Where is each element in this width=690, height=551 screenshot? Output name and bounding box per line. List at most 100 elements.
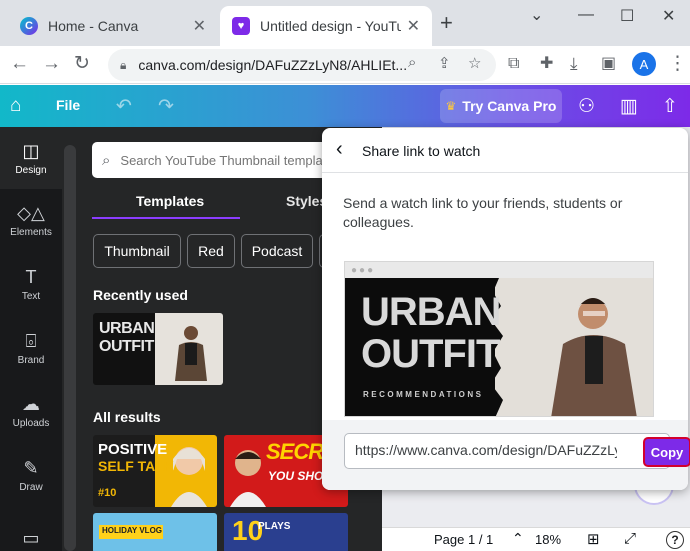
crown-icon: ♛ xyxy=(445,99,457,113)
rail-label: Text xyxy=(21,290,41,302)
shapes-icon: ◇△ xyxy=(17,202,45,223)
editor-bottom-bar: Page 1 / 1 ⌃ 18% ⊞ ⤢ xyxy=(382,527,690,551)
lock-icon: 🔒︎ xyxy=(120,57,127,72)
copy-button[interactable]: Copy xyxy=(643,437,690,467)
chip-thumbnail[interactable]: Thumbnail xyxy=(93,234,181,268)
popover-header: ‹ Share link to watch xyxy=(322,128,688,173)
add-people-icon[interactable]: ⚇ xyxy=(578,95,595,118)
pen-icon: ✎ xyxy=(23,457,39,478)
try-canva-pro-label: Try Canva Pro xyxy=(462,98,557,114)
insights-chart-icon[interactable]: ▥ xyxy=(620,95,638,118)
urban-word: URBAN xyxy=(99,320,155,337)
share-link-popover: ‹ Share link to watch Send a watch link … xyxy=(322,128,690,490)
urban-word: URBAN xyxy=(361,290,501,334)
bookmark-star-icon[interactable]: ☆ xyxy=(468,54,481,72)
try-canva-pro-button[interactable]: ♛ Try Canva Pro xyxy=(440,89,562,123)
share-page-icon[interactable]: ⇪ xyxy=(438,54,451,72)
chip-red[interactable]: Red xyxy=(187,234,235,268)
zoom-level[interactable]: 18% xyxy=(535,532,561,547)
rail-item-draw[interactable]: ✎ Draw xyxy=(0,444,62,506)
browser-toolbar: ← → ↻ 🔒︎ canva.com/design/DAFuZZzLyN8/AH… xyxy=(0,46,690,84)
maximize-icon[interactable]: ☐ xyxy=(620,6,634,26)
rail-item-projects[interactable]: ▭ xyxy=(0,507,62,551)
redo-icon[interactable]: ↷ xyxy=(158,95,174,118)
rail-item-brand[interactable]: ⌻ Brand xyxy=(0,317,62,379)
rail-label: Uploads xyxy=(12,417,50,429)
home-icon[interactable]: ⌂ xyxy=(10,95,21,117)
tab-close-icon[interactable]: ✕ xyxy=(407,16,420,36)
reload-icon[interactable]: ↻ xyxy=(74,52,90,76)
holiday-word: HOLIDAY VLOG xyxy=(102,526,163,535)
template-positive-self-talk[interactable]: POSITIVE SELF TALK #10 xyxy=(93,435,217,507)
template-10-plays[interactable]: 10 PLAYS xyxy=(224,513,348,551)
surprised-person-photo xyxy=(230,450,266,507)
folder-icon: ▭ xyxy=(22,528,40,548)
chip-podcast[interactable]: Podcast xyxy=(241,234,313,268)
rail-item-elements[interactable]: ◇△ Elements xyxy=(0,189,62,251)
new-tab-icon[interactable]: + xyxy=(440,12,453,34)
share-link-input[interactable] xyxy=(355,442,617,458)
episode-number: #10 xyxy=(98,487,117,499)
rail-label: Draw xyxy=(19,481,43,493)
popover-description: Send a watch link to your friends, stude… xyxy=(343,195,623,230)
panel-scrollbar[interactable] xyxy=(64,145,76,551)
popover-title: Share link to watch xyxy=(362,143,481,159)
rail-item-design[interactable]: ◫ Design xyxy=(0,127,62,189)
layout-icon: ◫ xyxy=(22,140,40,161)
side-panel-icon[interactable]: ▣ xyxy=(601,52,616,76)
file-menu[interactable]: File xyxy=(56,97,80,113)
brand-icon: ⌻ xyxy=(25,330,37,351)
share-upload-icon[interactable]: ⇧ xyxy=(662,95,678,118)
rail-item-text[interactable]: T Text xyxy=(0,253,62,315)
design-preview: ●●● URBAN OUTFIT RECOMMENDATIONS xyxy=(344,261,654,417)
minimize-icon[interactable]: — xyxy=(578,6,594,24)
page-indicator[interactable]: Page 1 / 1 xyxy=(434,532,493,547)
forward-arrow-icon[interactable]: → xyxy=(42,52,61,76)
fullscreen-icon[interactable]: ⤢ xyxy=(624,530,636,547)
self-talk-word: SELF TALK xyxy=(98,458,174,474)
pages-chevron-icon[interactable]: ⌃ xyxy=(512,530,524,547)
tab-templates[interactable]: Templates xyxy=(136,193,204,209)
link-row: Copy xyxy=(322,420,690,490)
preview-window-dots: ●●● xyxy=(351,265,376,276)
address-bar[interactable]: 🔒︎ canva.com/design/DAFuZZzLyN8/AHLIEt..… xyxy=(108,49,496,81)
rail-label: Brand xyxy=(17,354,45,366)
positive-word: POSITIVE xyxy=(98,441,168,458)
tab-home-canva[interactable]: C Home - Canva ✕ xyxy=(8,6,218,46)
rail-label: Elements xyxy=(10,226,52,238)
active-tab-indicator xyxy=(92,217,240,219)
canva-design-icon: ♥ xyxy=(232,17,250,35)
tab-title: Untitled design - YouTube Th xyxy=(260,18,401,34)
tab-close-icon[interactable]: ✕ xyxy=(193,16,206,36)
tab-untitled-design[interactable]: ♥ Untitled design - YouTube Th ✕ xyxy=(220,6,432,46)
upload-cloud-icon: ☁ xyxy=(22,393,40,414)
all-results-heading: All results xyxy=(93,409,161,425)
recently-used-heading: Recently used xyxy=(93,287,188,303)
grid-view-icon[interactable]: ⊞ xyxy=(587,530,600,548)
text-icon: T xyxy=(25,266,37,287)
address-url: canva.com/design/DAFuZZzLyN8/AHLIEt... xyxy=(138,57,407,73)
back-arrow-icon[interactable]: ← xyxy=(10,52,29,76)
rail-label: Design xyxy=(15,164,47,176)
man-photo xyxy=(551,298,637,416)
left-rail: ◫ Design ◇△ Elements T Text ⌻ Brand ☁ Up… xyxy=(0,127,62,551)
urban-outfit-design: URBAN OUTFIT RECOMMENDATIONS xyxy=(345,278,653,416)
recent-template-urban-outfit[interactable]: URBAN OUTFIT xyxy=(93,313,223,385)
browser-menu-icon[interactable]: ⋮ xyxy=(668,52,687,76)
template-holiday-vlog[interactable]: HOLIDAY VLOG xyxy=(93,513,217,551)
close-window-icon[interactable]: ✕ xyxy=(662,6,675,26)
screenshot-icon[interactable]: ⧉ xyxy=(508,52,519,76)
extensions-puzzle-icon[interactable]: ✚ xyxy=(540,52,553,76)
download-icon[interactable]: ⤓ xyxy=(570,52,578,76)
undo-icon[interactable]: ↶ xyxy=(116,95,132,118)
tab-title: Home - Canva xyxy=(48,18,139,34)
help-button[interactable]: ? xyxy=(666,531,684,549)
zoom-search-icon[interactable]: ⌕ xyxy=(408,54,416,71)
tab-search-chevron-icon[interactable]: ⌄ xyxy=(530,5,543,25)
plays-word: PLAYS xyxy=(258,521,291,532)
person-photo xyxy=(175,326,207,381)
back-chevron-icon[interactable]: ‹ xyxy=(336,139,343,159)
profile-avatar[interactable]: A xyxy=(632,52,656,76)
rail-item-uploads[interactable]: ☁ Uploads xyxy=(0,380,62,442)
share-link-field[interactable]: Copy xyxy=(344,433,690,469)
